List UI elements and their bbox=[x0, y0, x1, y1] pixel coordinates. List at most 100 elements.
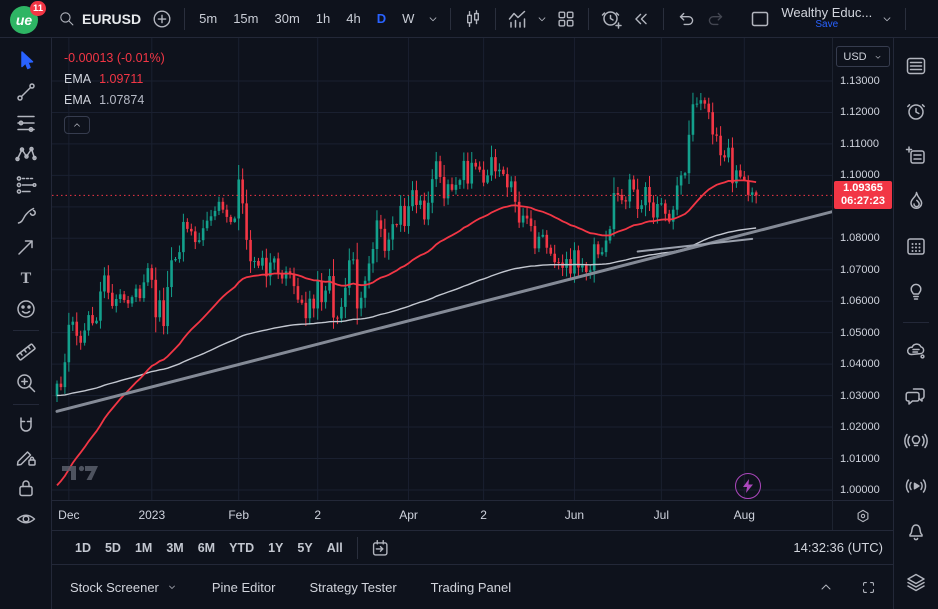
tool-arrow[interactable] bbox=[9, 232, 43, 262]
tool-trend-line[interactable] bbox=[9, 77, 43, 107]
tab-trading-panel[interactable]: Trading Panel bbox=[431, 580, 511, 595]
ema-slow-row[interactable]: EMA 1.07874 bbox=[64, 90, 165, 111]
range-3m[interactable]: 3M bbox=[159, 538, 190, 558]
tool-live-ideas[interactable] bbox=[899, 425, 933, 457]
time-axis-label: Jul bbox=[654, 508, 669, 522]
time-axis-label: 2 bbox=[480, 508, 487, 522]
tool-xabcd-pattern[interactable] bbox=[9, 139, 43, 169]
layout-select-button[interactable] bbox=[745, 4, 775, 34]
interval-15m[interactable]: 15m bbox=[226, 7, 265, 30]
tool-alerts[interactable] bbox=[899, 95, 933, 127]
indicators-button[interactable] bbox=[503, 4, 533, 34]
tool-notifications[interactable] bbox=[899, 515, 933, 547]
interval-1h[interactable]: 1h bbox=[309, 7, 337, 30]
panel-maximize-button[interactable] bbox=[853, 572, 883, 602]
tab-strategy-tester[interactable]: Strategy Tester bbox=[309, 580, 396, 595]
redo-button[interactable] bbox=[701, 4, 731, 34]
chart-style-button[interactable] bbox=[458, 4, 488, 34]
currency-dropdown[interactable]: USD bbox=[836, 46, 890, 67]
layout-grid-button[interactable] bbox=[551, 4, 581, 34]
currency-label: USD bbox=[843, 51, 866, 63]
price-axis-label: 1.04000 bbox=[840, 358, 880, 370]
tool-emoji[interactable] bbox=[9, 294, 43, 324]
tradingview-app: ue 11 EURUSD 5m 15m 30m 1h 4h D W bbox=[0, 0, 938, 609]
price-axis-label: 1.06000 bbox=[840, 295, 880, 307]
range-1y[interactable]: 1Y bbox=[261, 538, 290, 558]
go-to-date-button[interactable] bbox=[365, 533, 395, 563]
tool-ruler[interactable] bbox=[9, 337, 43, 367]
chevron-down-icon bbox=[873, 52, 883, 62]
toolbar-separator bbox=[495, 8, 496, 30]
layout-menu-button[interactable] bbox=[876, 4, 898, 34]
account-logo-button[interactable]: ue 11 bbox=[8, 3, 42, 35]
events-lightning-button[interactable] bbox=[735, 473, 761, 499]
tool-zoom-in[interactable] bbox=[9, 368, 43, 398]
range-all[interactable]: All bbox=[320, 538, 350, 558]
tool-minds[interactable] bbox=[899, 335, 933, 367]
tool-ideas[interactable] bbox=[899, 275, 933, 307]
time-axis[interactable]: Dec2023Feb2Apr2JunJulAug bbox=[52, 500, 832, 530]
rail-divider bbox=[13, 330, 39, 331]
tab-stock-screener[interactable]: Stock Screener bbox=[70, 580, 178, 595]
tab-pine-editor[interactable]: Pine Editor bbox=[212, 580, 276, 595]
compare-add-button[interactable] bbox=[147, 4, 177, 34]
chat-icon bbox=[904, 384, 928, 408]
toolbar-separator bbox=[588, 8, 589, 30]
zoom-in-icon bbox=[14, 371, 38, 395]
interval-1w[interactable]: W bbox=[395, 7, 421, 30]
price-change: -0.00013 (-0.01%) bbox=[64, 48, 165, 69]
tool-forecast[interactable] bbox=[9, 170, 43, 200]
tab-label: Pine Editor bbox=[212, 580, 276, 595]
indicators-menu-button[interactable] bbox=[533, 4, 551, 34]
interval-4h[interactable]: 4h bbox=[339, 7, 367, 30]
indicators-icon bbox=[506, 7, 530, 31]
legend-collapse-button[interactable] bbox=[64, 116, 90, 134]
undo-button[interactable] bbox=[671, 4, 701, 34]
bar-replay-button[interactable] bbox=[626, 4, 656, 34]
range-5y[interactable]: 5Y bbox=[290, 538, 319, 558]
ema-fast-label: EMA bbox=[64, 69, 91, 90]
cursor-icon bbox=[14, 49, 38, 73]
panel-collapse-button[interactable] bbox=[811, 572, 841, 602]
chevron-down-icon bbox=[166, 581, 178, 593]
tool-streams[interactable] bbox=[899, 470, 933, 502]
layout-save-button[interactable]: Wealthy Educ... Save bbox=[777, 7, 876, 31]
tool-magnet[interactable] bbox=[9, 411, 43, 441]
forecast-icon bbox=[14, 173, 38, 197]
interval-5m[interactable]: 5m bbox=[192, 7, 224, 30]
tool-cursor[interactable] bbox=[9, 46, 43, 76]
ema-fast-row[interactable]: EMA 1.09711 bbox=[64, 69, 165, 90]
tool-text[interactable]: T bbox=[9, 263, 43, 293]
axis-settings-button[interactable] bbox=[851, 504, 875, 528]
interval-1d[interactable]: D bbox=[370, 7, 393, 30]
interval-group: 5m 15m 30m 1h 4h D W bbox=[192, 4, 443, 34]
tool-object-tree[interactable] bbox=[899, 567, 933, 599]
tool-calendar[interactable] bbox=[899, 230, 933, 262]
range-1m[interactable]: 1M bbox=[128, 538, 159, 558]
range-ytd[interactable]: YTD bbox=[222, 538, 261, 558]
go-to-date-icon bbox=[369, 537, 391, 559]
symbol-search-button[interactable]: EURUSD bbox=[52, 10, 147, 27]
price-axis[interactable]: USD 1.130001.120001.110001.100001.080001… bbox=[832, 38, 893, 530]
tool-hotlists[interactable] bbox=[899, 185, 933, 217]
hide-all-icon bbox=[14, 507, 38, 531]
tool-brush[interactable] bbox=[9, 201, 43, 231]
tab-label: Trading Panel bbox=[431, 580, 511, 595]
tool-lock-all[interactable] bbox=[9, 473, 43, 503]
right-sidebar bbox=[893, 38, 938, 609]
tool-drawing-mode[interactable] bbox=[9, 442, 43, 472]
interval-menu-button[interactable] bbox=[423, 4, 443, 34]
chart-plot[interactable] bbox=[52, 38, 832, 500]
tool-watchlist[interactable] bbox=[899, 50, 933, 82]
range-1d[interactable]: 1D bbox=[68, 538, 98, 558]
tool-notes-plus[interactable] bbox=[899, 140, 933, 172]
streams-icon bbox=[904, 474, 928, 498]
undo-icon bbox=[675, 8, 697, 30]
range-5d[interactable]: 5D bbox=[98, 538, 128, 558]
interval-30m[interactable]: 30m bbox=[267, 7, 306, 30]
tool-hide-all[interactable] bbox=[9, 504, 43, 534]
range-6m[interactable]: 6M bbox=[191, 538, 222, 558]
tool-chat[interactable] bbox=[899, 380, 933, 412]
tool-fib-retracement[interactable] bbox=[9, 108, 43, 138]
create-alert-button[interactable] bbox=[596, 4, 626, 34]
